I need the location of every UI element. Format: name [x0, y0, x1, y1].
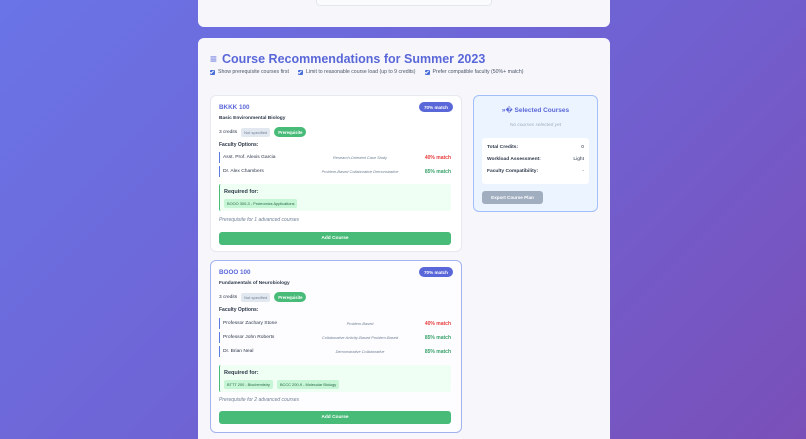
export-course-plan-button[interactable]: Export Course Plan	[482, 191, 543, 204]
selected-courses-title: »� Selected Courses	[501, 107, 570, 114]
course-card: BKKK 100 70% match Basic Environmental B…	[210, 95, 462, 252]
summary-label: Faculty Compatibility:	[487, 169, 539, 174]
add-course-button[interactable]: Add Course	[219, 232, 451, 245]
status-badge: Not specified	[241, 127, 271, 137]
prerequisite-badge: Prerequisite	[274, 292, 307, 302]
teaching-style: Problem-Based	[346, 321, 374, 326]
previous-section-card	[198, 0, 610, 27]
faculty-match: 40% match	[424, 154, 451, 161]
summary-label: Workload Assessment:	[487, 157, 541, 162]
faculty-name: Asst. Prof. Alexis Garcia	[223, 155, 276, 160]
prerequisite-badge: Prerequisite	[274, 127, 307, 137]
faculty-match: 85% match	[424, 168, 451, 175]
faculty-option[interactable]: Professor John Roberts Collaborative Act…	[219, 332, 451, 343]
summary-value: 0	[581, 145, 584, 150]
prerequisite-note: Prerequisite for 1 advanced courses	[219, 217, 300, 223]
faculty-name: Dr. Alex Chambers	[223, 169, 264, 174]
summary-label: Total Credits:	[487, 145, 519, 150]
prerequisite-note: Prerequisite for 2 advanced courses	[219, 397, 300, 403]
option-compatible-faculty[interactable]: Prefer compatible faculty (50%+ match)	[424, 69, 524, 75]
summary-total-credits: Total Credits: 0	[487, 145, 584, 150]
option-prereq-first[interactable]: Show prerequisite courses first	[210, 69, 289, 75]
faculty-name: Dr. Brian Neal	[223, 349, 254, 354]
match-badge: 70% match	[418, 102, 453, 112]
checkbox-icon[interactable]	[210, 69, 215, 75]
teaching-style: Demonstrative Collaborative	[335, 349, 385, 354]
faculty-label: Faculty Options:	[219, 142, 259, 148]
add-course-button[interactable]: Add Course	[219, 411, 451, 424]
course-title: Fundamentals of Neurobiology	[219, 281, 290, 286]
required-for-box: Required for: BOOO 300-3 - Proteomics Ap…	[219, 184, 451, 211]
checkbox-icon[interactable]	[424, 69, 430, 75]
faculty-name: Professor Zachary Stone	[223, 321, 278, 326]
faculty-match: 85% match	[424, 348, 451, 355]
required-for-box: Required for: BTTT 200 - Biochemistry BC…	[219, 365, 451, 392]
section-heading: ≡ Course Recommendations for Summer 2023	[210, 52, 485, 66]
faculty-option[interactable]: Asst. Prof. Alexis Garcia Research-Orien…	[219, 152, 451, 163]
plan-summary: Total Credits: 0 Workload Assessment: Li…	[482, 138, 589, 184]
summary-workload: Workload Assessment: Light	[487, 157, 584, 162]
summary-compatibility: Faculty Compatibility: -	[487, 169, 584, 174]
option-limit-load[interactable]: Limit to reasonable course load (up to 9…	[297, 69, 416, 75]
faculty-option[interactable]: Dr. Alex Chambers Problem-Based Collabor…	[219, 166, 451, 177]
list-icon: ≡	[210, 52, 218, 66]
summary-value: Light	[573, 157, 584, 162]
faculty-option[interactable]: Professor Zachary Stone Problem-Based 40…	[219, 318, 451, 329]
recommendations-card: ≡ Course Recommendations for Summer 2023…	[198, 38, 610, 439]
course-code: BOOO 100	[219, 269, 251, 276]
status-badge: Not specified	[241, 292, 271, 302]
teaching-style: Collaborative Activity-Based Problem-Bas…	[321, 335, 399, 340]
faculty-option[interactable]: Dr. Brian Neal Demonstrative Collaborati…	[219, 346, 451, 357]
credits: 3 credits	[219, 294, 238, 300]
filter-options: Show prerequisite courses first Limit to…	[210, 69, 523, 75]
faculty-label: Faculty Options:	[219, 307, 259, 313]
option-label: Limit to reasonable course load (up to 9…	[305, 69, 416, 75]
required-for-label: Required for:	[224, 189, 259, 195]
course-meta: 3 credits Not specified Prerequisite	[219, 292, 307, 302]
selected-courses-panel: »� Selected Courses No courses selected …	[473, 95, 598, 212]
faculty-name: Professor John Roberts	[223, 335, 275, 340]
faculty-match: 40% match	[424, 320, 451, 327]
course-title: Basic Environmental Biology	[219, 116, 286, 121]
option-label: Prefer compatible faculty (50%+ match)	[432, 69, 524, 75]
previous-section-field	[316, 0, 492, 6]
credits: 3 credits	[219, 129, 238, 135]
empty-selection-text: No courses selected yet	[509, 123, 562, 128]
option-label: Show prerequisite courses first	[218, 69, 289, 75]
course-card: BOOO 100 70% match Fundamentals of Neuro…	[210, 260, 462, 433]
required-course-tag: BCCC 200-9 - Molecular Biology	[276, 380, 340, 389]
required-course-tag: BTTT 200 - Biochemistry	[224, 380, 273, 389]
summary-value: -	[582, 169, 584, 174]
course-code: BKKK 100	[219, 104, 250, 111]
teaching-style: Problem-Based Collaborative Demonstrativ…	[321, 169, 399, 174]
page-title: Course Recommendations for Summer 2023	[222, 52, 486, 66]
required-for-label: Required for:	[224, 370, 259, 376]
faculty-match: 85% match	[424, 334, 451, 341]
checkbox-icon[interactable]	[297, 69, 303, 75]
required-course-tag: BOOO 300-3 - Proteomics Applications	[224, 199, 298, 208]
course-meta: 3 credits Not specified Prerequisite	[219, 127, 307, 137]
teaching-style: Research-Oriented Case Study	[332, 155, 388, 160]
match-badge: 70% match	[418, 267, 453, 277]
